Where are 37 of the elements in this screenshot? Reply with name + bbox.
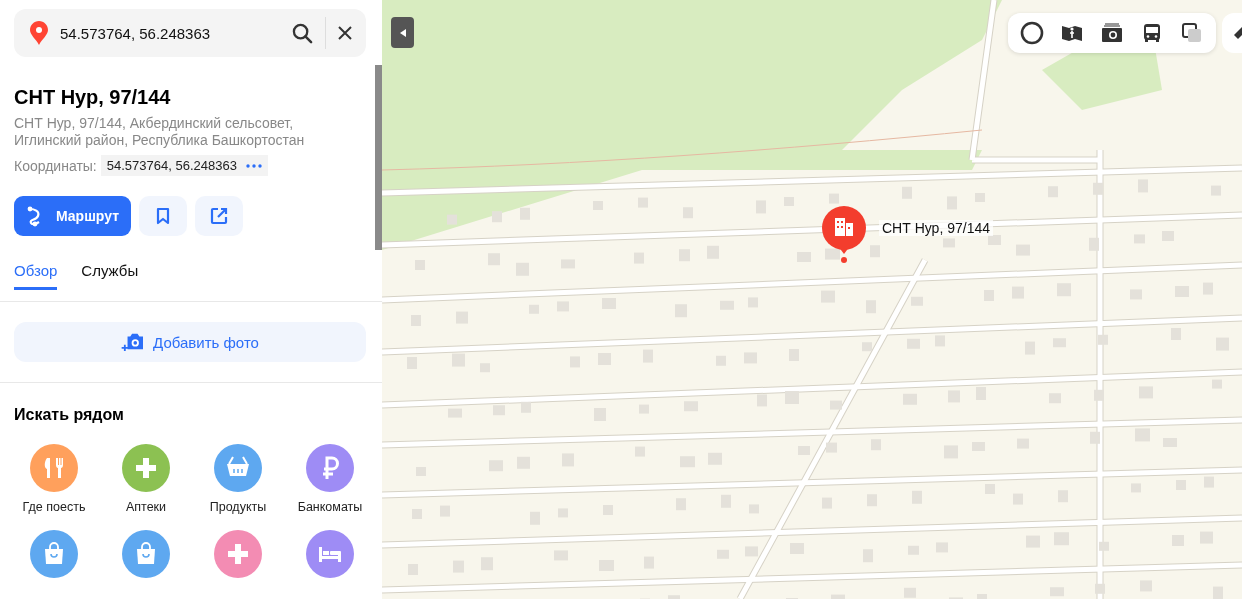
place-address: СНТ Нур, 97/144, Акбердинский сельсовет, Иглинский район, Республика Башкортостан <box>14 115 306 149</box>
scrollbar[interactable] <box>375 65 382 250</box>
search-icon[interactable] <box>292 22 313 44</box>
overlapping-squares-icon[interactable] <box>1180 21 1204 45</box>
add-photo-icon <box>121 332 146 352</box>
collapse-panel-button[interactable] <box>391 17 414 48</box>
route-button[interactable]: Маршрут <box>14 196 132 236</box>
camera-icon[interactable] <box>1100 21 1124 45</box>
location-pin-icon <box>30 21 48 45</box>
tab[interactable]: Службы <box>81 262 139 290</box>
place-title: СНТ Нур, 97/144 <box>14 86 172 109</box>
more-icon[interactable] <box>245 163 262 168</box>
category-label[interactable]: Продукты <box>209 500 267 514</box>
share-icon <box>210 207 229 225</box>
section-heading: Искать рядом <box>14 406 125 424</box>
category-icon[interactable] <box>122 530 170 578</box>
category-label[interactable]: Где поесть <box>22 500 86 514</box>
category-icon[interactable] <box>306 530 354 578</box>
caret-icon <box>399 28 406 37</box>
bookmark-button[interactable] <box>139 196 188 236</box>
close-icon[interactable] <box>338 26 352 40</box>
building-marker-icon[interactable] <box>821 206 867 264</box>
category-icon[interactable] <box>214 444 262 492</box>
search-field[interactable]: 54.573764, 56.248363 <box>60 24 280 42</box>
category-icon[interactable] <box>214 530 262 578</box>
category-icon[interactable] <box>30 530 78 578</box>
coordinates-label: Координаты: <box>14 157 97 174</box>
tab[interactable]: Обзор <box>14 262 58 290</box>
share-button[interactable] <box>195 196 244 236</box>
bookmark-icon <box>156 207 171 225</box>
category-icon[interactable] <box>306 444 354 492</box>
category-label[interactable]: Аптеки <box>125 500 167 514</box>
marker-label: СНТ Нур, 97/144 <box>879 220 993 236</box>
coordinates-value[interactable]: 54.573764, 56.248363 <box>100 155 268 176</box>
category-icon[interactable] <box>122 444 170 492</box>
add-photo-button[interactable]: Добавить фото <box>14 322 366 362</box>
category-label[interactable]: Банкоматы <box>297 500 363 514</box>
